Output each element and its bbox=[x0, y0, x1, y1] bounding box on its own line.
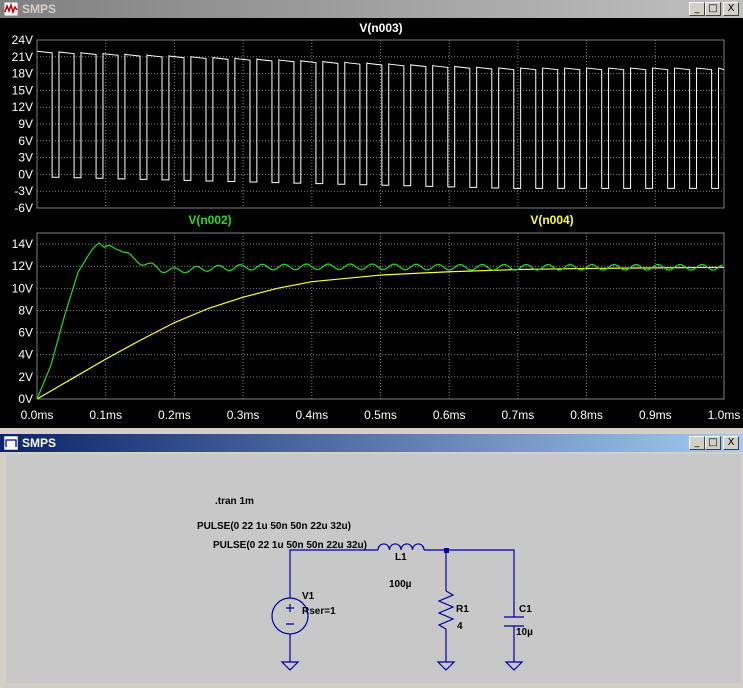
L1-value[interactable]: 100µ bbox=[389, 579, 412, 590]
capacitor-C1 bbox=[504, 616, 524, 627]
bottom-ytick-label: 6V bbox=[18, 326, 33, 340]
xtick-label: 0.0ms bbox=[21, 408, 54, 422]
schematic-icon bbox=[4, 436, 18, 450]
top-chart-title: V(n003) bbox=[359, 21, 402, 35]
xtick-label: 0.4ms bbox=[295, 408, 328, 422]
junction-node bbox=[444, 548, 449, 553]
top-ytick-label: 24V bbox=[12, 33, 33, 47]
xtick-label: 0.6ms bbox=[433, 408, 466, 422]
ground-R1 bbox=[436, 661, 456, 671]
legend-n004: V(n004) bbox=[530, 213, 573, 227]
waveform-plots[interactable]: 24V 21V 18V 15V 12V 9V 6V 3V 0V -3V -6V 14V 12V 10V 8V… bbox=[0, 18, 743, 428]
bottom-ytick-label: 4V bbox=[18, 348, 33, 362]
bottom-ytick-label: 0V bbox=[18, 392, 33, 406]
R1-value[interactable]: 4 bbox=[457, 621, 463, 632]
inductor-L1 bbox=[377, 543, 425, 551]
top-ytick-label: 21V bbox=[12, 50, 33, 64]
maximize-button[interactable]: □ bbox=[705, 436, 721, 450]
plot-window-titlebar[interactable]: SMPS _ □ X bbox=[0, 0, 743, 18]
top-ytick-label: 18V bbox=[12, 67, 33, 81]
ground-C1 bbox=[504, 661, 524, 671]
xtick-label: 0.8ms bbox=[570, 408, 603, 422]
minimize-button[interactable]: _ bbox=[689, 2, 705, 16]
top-ytick-label: 6V bbox=[18, 134, 33, 148]
pulse-text-2[interactable]: PULSE(0 22 1u 50n 50n 22u 32u) bbox=[213, 540, 367, 551]
C1-label[interactable]: C1 bbox=[519, 604, 532, 615]
close-button[interactable]: X bbox=[723, 2, 739, 16]
xtick-label: 0.1ms bbox=[89, 408, 122, 422]
plot-window: SMPS _ □ X 24V 21V 18V 15V 12V 9V 6V 3V 0V -3V -6V… bbox=[0, 0, 743, 428]
resistor-R1 bbox=[437, 590, 455, 630]
R1-label[interactable]: R1 bbox=[456, 604, 469, 615]
minimize-button[interactable]: _ bbox=[689, 436, 705, 450]
schematic-window-titlebar[interactable]: SMPS _ □ X bbox=[0, 434, 743, 452]
wire-top-right bbox=[424, 549, 515, 617]
maximize-button[interactable]: □ bbox=[705, 2, 721, 16]
legend-n002: V(n002) bbox=[188, 213, 231, 227]
top-ytick-label: 9V bbox=[18, 117, 33, 131]
close-button[interactable]: X bbox=[723, 436, 739, 450]
tran-directive[interactable]: .tran 1m bbox=[215, 496, 254, 507]
bottom-ytick-label: 2V bbox=[18, 370, 33, 384]
trace-n003 bbox=[36, 50, 725, 189]
top-ytick-label: 0V bbox=[18, 167, 33, 181]
bottom-ytick-label: 14V bbox=[12, 237, 33, 251]
L1-label[interactable]: L1 bbox=[395, 552, 407, 563]
top-ytick-label: 15V bbox=[12, 83, 33, 97]
plot-area[interactable]: 24V 21V 18V 15V 12V 9V 6V 3V 0V -3V -6V 14V 12V 10V 8V… bbox=[0, 18, 743, 428]
top-ytick-label: 3V bbox=[18, 151, 33, 165]
xtick-label: 0.9ms bbox=[639, 408, 672, 422]
pulse-text-1[interactable]: PULSE(0 22 1u 50n 50n 22u 32u) bbox=[197, 521, 351, 532]
waveform-icon bbox=[4, 2, 18, 16]
top-ytick-label: 12V bbox=[12, 100, 33, 114]
schematic-window-title: SMPS bbox=[22, 436, 57, 450]
V1-label[interactable]: V1 bbox=[302, 591, 315, 602]
schematic-diagram[interactable]: .tran 1m PULSE(0 22 1u 50n 50n 22u 32u) … bbox=[6, 454, 741, 683]
xtick-label: 1.0ms bbox=[708, 408, 741, 422]
top-ytick-label: -6V bbox=[14, 201, 33, 215]
bottom-ytick-label: 10V bbox=[12, 281, 33, 295]
bottom-ytick-label: 8V bbox=[18, 303, 33, 317]
bottom-ytick-label: 12V bbox=[12, 259, 33, 273]
C1-value[interactable]: 10µ bbox=[516, 627, 533, 638]
plot-window-title: SMPS bbox=[22, 2, 57, 16]
schematic-window: SMPS _ □ X .tran 1m PULSE(0 22 1u 50n 50… bbox=[0, 434, 743, 683]
top-ytick-label: -3V bbox=[14, 184, 33, 198]
xtick-label: 0.7ms bbox=[502, 408, 535, 422]
ground-V1 bbox=[280, 661, 300, 671]
xtick-label: 0.3ms bbox=[227, 408, 260, 422]
xtick-label: 0.5ms bbox=[364, 408, 397, 422]
schematic-canvas[interactable]: .tran 1m PULSE(0 22 1u 50n 50n 22u 32u) … bbox=[6, 454, 741, 683]
xtick-label: 0.2ms bbox=[158, 408, 191, 422]
